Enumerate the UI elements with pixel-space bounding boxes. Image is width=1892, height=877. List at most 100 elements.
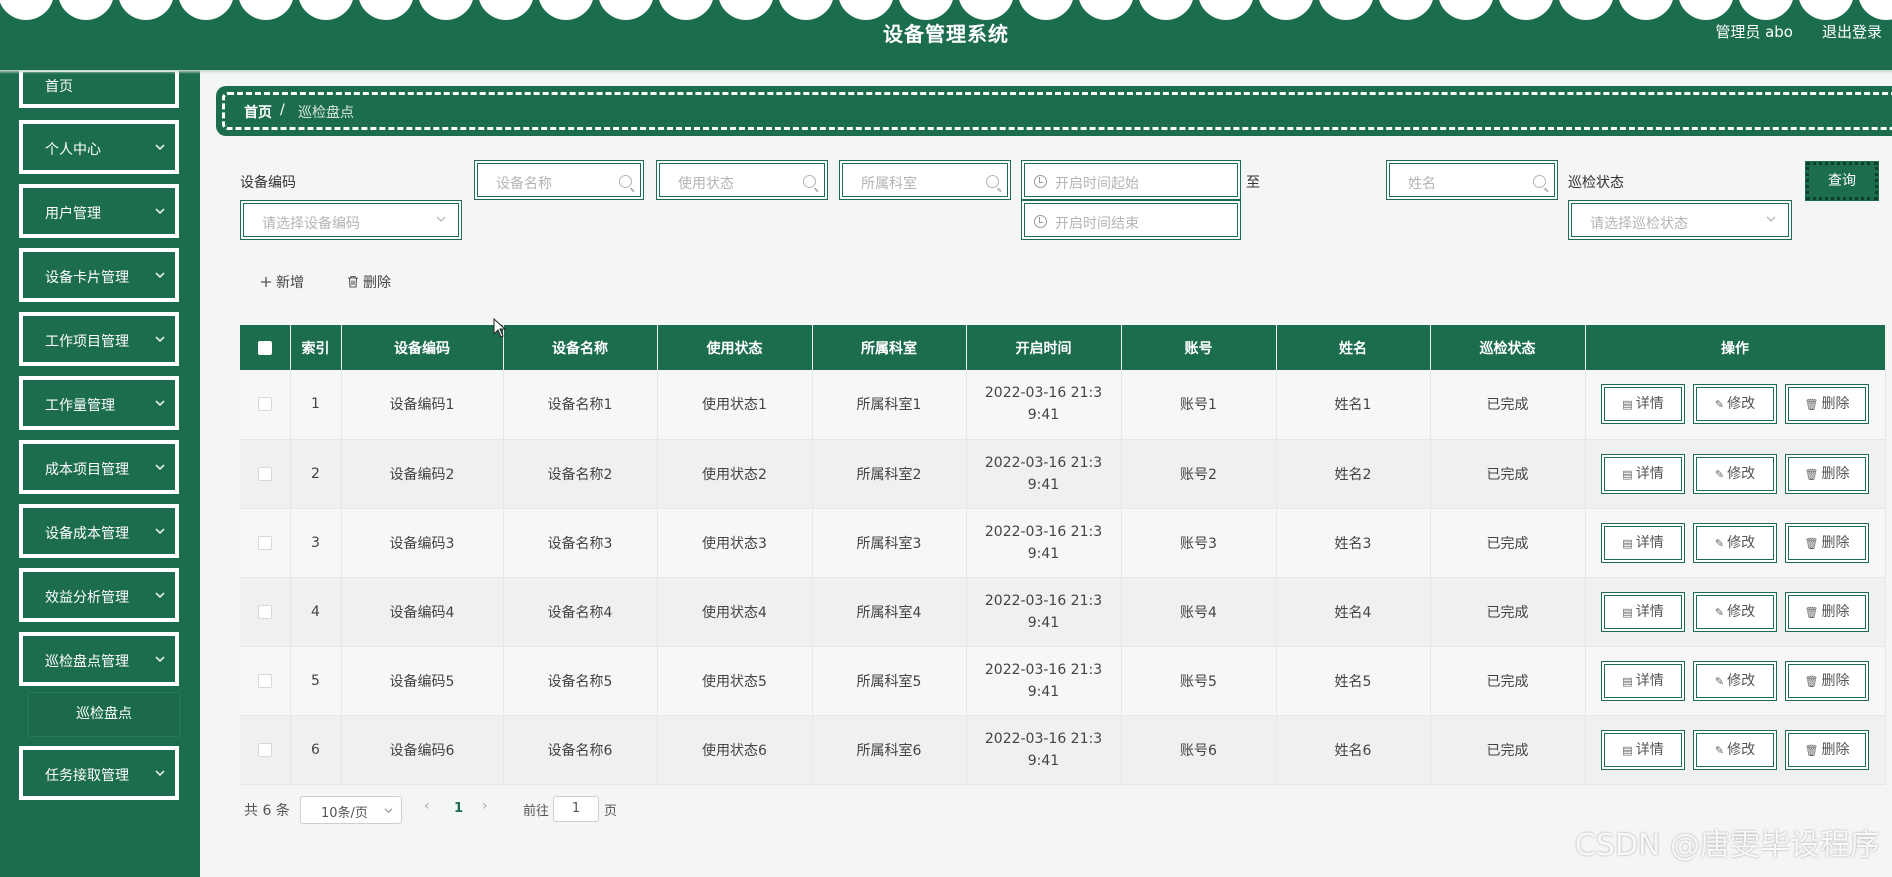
device-name-input[interactable]: 设备名称 <box>474 160 644 200</box>
prev-page-button[interactable]: ‹ <box>424 798 430 814</box>
scallop-shape <box>1198 0 1254 20</box>
row-checkbox[interactable] <box>257 604 272 619</box>
page-size-select[interactable]: 10条/页 <box>300 796 402 824</box>
page-number-current[interactable]: 1 <box>454 801 463 816</box>
delete-button[interactable]: 🗑 删除 <box>1785 729 1869 770</box>
delete-button[interactable]: 🗑 删除 <box>1785 384 1869 425</box>
trash-icon: 🗑 <box>1804 674 1819 688</box>
column-header-person-name: 姓名 <box>1276 325 1431 370</box>
add-button[interactable]: 新增 <box>260 272 304 292</box>
sidebar-item-benefit-analysis[interactable]: 效益分析管理 <box>19 568 179 622</box>
sidebar-item-label: 成本项目管理 <box>45 462 129 478</box>
chevron-down-icon <box>155 400 165 406</box>
cell-index: 3 <box>290 508 342 578</box>
chevron-down-icon <box>155 592 165 598</box>
document-icon: ▤ <box>1622 674 1633 688</box>
scallop-shape <box>1858 0 1892 20</box>
sidebar-item-home[interactable]: 首页 <box>19 68 179 108</box>
breadcrumb-separator: / <box>280 102 285 118</box>
pencil-icon: ✎ <box>1714 743 1725 757</box>
department-input[interactable]: 所属科室 <box>839 160 1011 200</box>
query-button[interactable]: 查询 <box>1806 162 1878 200</box>
start-time-picker[interactable]: 开启时间起始 <box>1021 160 1241 200</box>
delete-button[interactable]: 🗑 删除 <box>1785 453 1869 494</box>
row-checkbox[interactable] <box>257 535 272 550</box>
row-checkbox[interactable] <box>257 673 272 688</box>
usage-status-input[interactable]: 使用状态 <box>656 160 828 200</box>
column-header-device-code: 设备编码 <box>341 325 504 370</box>
goto-page-input[interactable]: 1 <box>553 796 599 822</box>
edit-button[interactable]: ✎ 修改 <box>1693 522 1777 563</box>
scallop-shape <box>0 0 54 20</box>
sidebar-item-profile[interactable]: 个人中心 <box>19 120 179 174</box>
scallop-shape <box>1318 0 1374 20</box>
edit-button[interactable]: ✎ 修改 <box>1693 591 1777 632</box>
row-checkbox[interactable] <box>257 466 272 481</box>
scallop-shape <box>1498 0 1554 20</box>
table-row: 2 设备编码2 设备名称2 使用状态2 所属科室2 2022-03-16 21:39:41… <box>240 439 1886 509</box>
row-actions: ▤ 详情 ✎ 修改 🗑 删除 <box>1585 715 1886 785</box>
batch-delete-button[interactable]: 删除 <box>347 272 391 292</box>
trash-icon: 🗑 <box>1804 398 1819 412</box>
detail-button[interactable]: ▤ 详情 <box>1601 729 1685 770</box>
document-icon: ▤ <box>1622 536 1633 550</box>
cell-person-name: 姓名1 <box>1276 370 1431 440</box>
scallop-shape <box>1378 0 1434 20</box>
sidebar-item-inspection[interactable]: 巡检盘点管理 <box>19 632 179 686</box>
row-actions: ▤ 详情 ✎ 修改 🗑 删除 <box>1585 577 1886 647</box>
sidebar-item-device-cost[interactable]: 设备成本管理 <box>19 504 179 558</box>
cell-department: 所属科室2 <box>812 439 967 509</box>
breadcrumb-home[interactable]: 首页 <box>244 102 272 122</box>
detail-button[interactable]: ▤ 详情 <box>1601 384 1685 425</box>
delete-button-label: 删除 <box>1821 741 1850 758</box>
chevron-down-icon <box>436 216 446 222</box>
end-time-picker[interactable]: 开启时间结束 <box>1021 200 1241 240</box>
start-time-placeholder: 开启时间起始 <box>1055 176 1139 192</box>
search-icon <box>619 175 632 188</box>
next-page-button[interactable]: › <box>482 798 488 814</box>
sidebar-item-task-pickup[interactable]: 任务接取管理 <box>19 746 179 800</box>
device-code-label: 设备编码 <box>240 175 296 191</box>
inspection-status-select[interactable]: 请选择巡检状态 <box>1568 200 1792 240</box>
cell-start-time: 2022-03-16 21:39:41 <box>966 370 1122 440</box>
row-checkbox[interactable] <box>257 397 272 412</box>
detail-button[interactable]: ▤ 详情 <box>1601 522 1685 563</box>
device-code-select[interactable]: 请选择设备编码 <box>240 200 462 240</box>
sidebar-item-work-projects[interactable]: 工作项目管理 <box>19 312 179 366</box>
edit-button[interactable]: ✎ 修改 <box>1693 729 1777 770</box>
sidebar-item-workload[interactable]: 工作量管理 <box>19 376 179 430</box>
sidebar-item-label: 设备成本管理 <box>45 526 129 542</box>
select-all-checkbox[interactable] <box>257 340 272 355</box>
column-header-start-time: 开启时间 <box>966 325 1122 370</box>
trash-icon <box>348 275 358 288</box>
edit-button[interactable]: ✎ 修改 <box>1693 660 1777 701</box>
logout-link[interactable]: 退出登录 <box>1822 21 1882 42</box>
sidebar-item-cost-projects[interactable]: 成本项目管理 <box>19 440 179 494</box>
breadcrumb-current: 巡检盘点 <box>298 105 354 121</box>
edit-button[interactable]: ✎ 修改 <box>1693 384 1777 425</box>
delete-button-label: 删除 <box>1821 465 1850 482</box>
detail-button[interactable]: ▤ 详情 <box>1601 660 1685 701</box>
scallop-shape <box>1138 0 1194 20</box>
scallop-shape <box>778 0 834 20</box>
delete-button[interactable]: 🗑 删除 <box>1785 660 1869 701</box>
sidebar-subitem-inspection-inventory[interactable]: 巡检盘点 <box>28 692 180 737</box>
column-header-account: 账号 <box>1121 325 1277 370</box>
delete-button[interactable]: 🗑 删除 <box>1785 591 1869 632</box>
inspection-table: 索引 设备编码 设备名称 使用状态 所属科室 开启时间 账号 姓名 巡检状态 操… <box>240 325 1886 785</box>
pagination-total: 共 6 条 <box>244 803 290 819</box>
row-checkbox[interactable] <box>257 742 272 757</box>
detail-button[interactable]: ▤ 详情 <box>1601 591 1685 632</box>
header-scallop-decoration <box>0 0 1892 20</box>
edit-button[interactable]: ✎ 修改 <box>1693 453 1777 494</box>
cell-inspection-status: 已完成 <box>1430 508 1586 578</box>
sidebar-item-device-cards[interactable]: 设备卡片管理 <box>19 248 179 302</box>
table-header-row: 索引 设备编码 设备名称 使用状态 所属科室 开启时间 账号 姓名 巡检状态 操… <box>240 325 1886 370</box>
cell-person-name: 姓名5 <box>1276 646 1431 716</box>
sidebar-item-users[interactable]: 用户管理 <box>19 184 179 238</box>
person-name-input[interactable]: 姓名 <box>1386 160 1558 200</box>
cell-device-code: 设备编码2 <box>341 439 504 509</box>
delete-button[interactable]: 🗑 删除 <box>1785 522 1869 563</box>
detail-button[interactable]: ▤ 详情 <box>1601 453 1685 494</box>
cell-index: 5 <box>290 646 342 716</box>
